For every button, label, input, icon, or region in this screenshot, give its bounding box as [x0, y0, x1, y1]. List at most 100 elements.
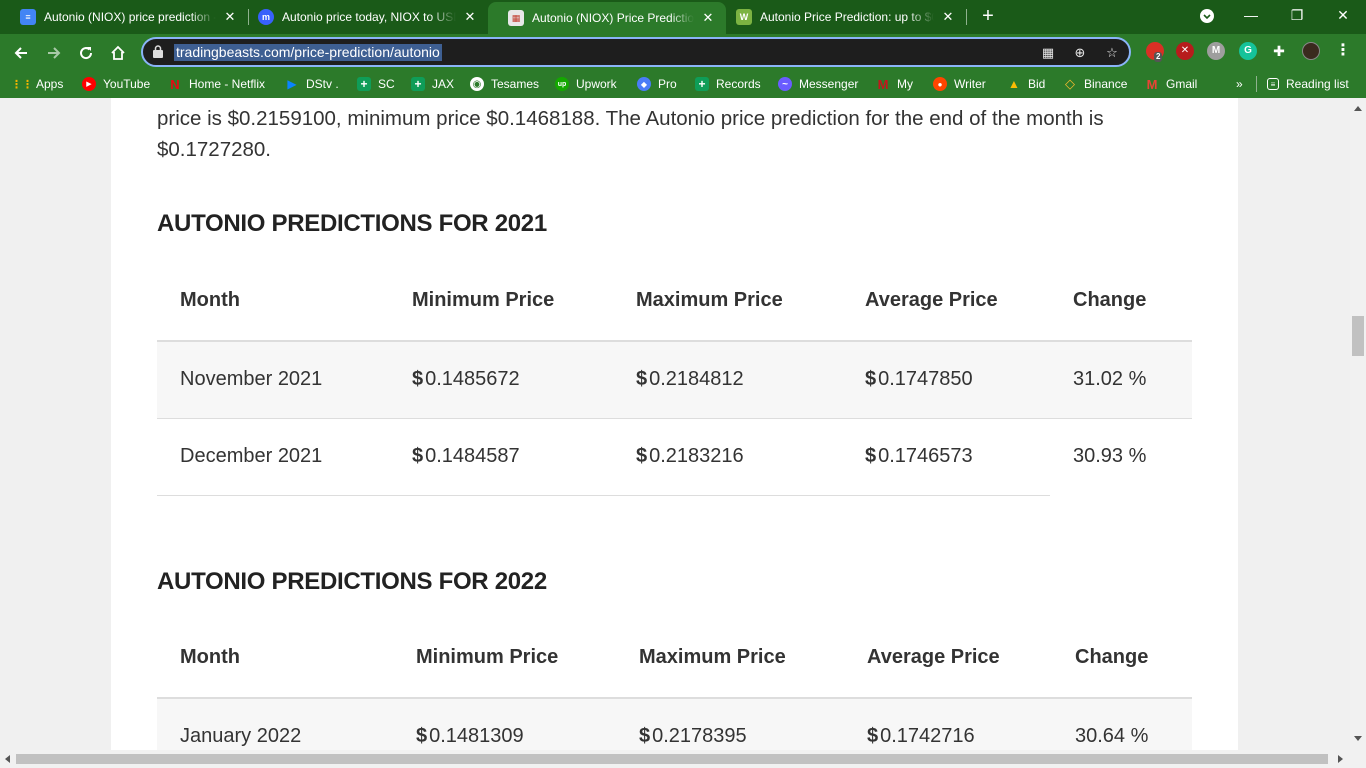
tab-search-button[interactable] [1184, 0, 1230, 30]
tab-title: Autonio price today, NIOX to USD [282, 10, 456, 24]
extension-badge: 2 [1154, 52, 1163, 62]
predictions-table-2021: Month Minimum Price Maximum Price Averag… [157, 260, 1192, 496]
grammarly-icon[interactable]: G [1239, 42, 1257, 60]
close-window-button[interactable]: ✕ [1320, 0, 1366, 30]
plus-cross-icon: + [357, 77, 371, 91]
zoom-icon[interactable]: ⊕ [1071, 44, 1089, 62]
bookmark-dstv[interactable]: ▶ DStv . [285, 75, 338, 93]
bookmark-label: Messenger [799, 77, 859, 91]
address-bar[interactable]: tradingbeasts.com/price-prediction/auton… [141, 37, 1131, 67]
browser-tab[interactable]: ≡ Autonio (NIOX) price prediction - ✕ [0, 0, 248, 34]
table-header-row: Month Minimum Price Maximum Price Averag… [157, 260, 1192, 342]
bookmark-label: My [897, 77, 913, 91]
predictions-table-2022: Month Minimum Price Maximum Price Averag… [157, 617, 1192, 750]
bookmark-youtube[interactable]: ▶ YouTube [82, 75, 150, 93]
cell-avg-price: $0.1742716 [844, 698, 1052, 750]
column-header-max-price: Maximum Price [616, 617, 844, 699]
reload-button[interactable] [74, 40, 98, 64]
scroll-left-arrow-icon[interactable] [5, 755, 10, 763]
bookmark-messenger[interactable]: ~ Messenger [778, 75, 858, 93]
scroll-right-arrow-icon[interactable] [1338, 755, 1343, 763]
browser-tab[interactable]: W Autonio Price Prediction: up to $0 ✕ [716, 0, 966, 34]
currency-symbol: $ [416, 725, 428, 748]
walletinvestor-icon: W [736, 9, 752, 25]
extension-icon[interactable]: 2 [1146, 42, 1164, 62]
puzzle-icon[interactable]: ✚ [1270, 42, 1288, 60]
tab-title: Autonio Price Prediction: up to $0 [760, 10, 934, 24]
bookmark-tesames[interactable]: ◉ Tesames [470, 75, 539, 93]
bookmark-gmail[interactable]: M Gmail [1145, 75, 1198, 93]
price-value: 0.1484587 [425, 445, 520, 467]
back-button[interactable] [9, 40, 33, 64]
horizontal-scrollbar[interactable] [0, 750, 1366, 768]
cell-month: November 2021 [157, 341, 389, 419]
menu-dots-icon[interactable]: ⋮ [1334, 42, 1352, 60]
tradingbeasts-icon: ▦ [508, 10, 524, 26]
scrollbar-thumb[interactable] [16, 754, 1328, 764]
bookmark-sc[interactable]: + SC [357, 75, 395, 93]
close-icon[interactable]: ✕ [940, 9, 956, 25]
new-tab-button[interactable]: + [976, 4, 1000, 28]
shield-icon: ◆ [637, 77, 651, 91]
currency-symbol: $ [867, 725, 879, 748]
bookmark-pro[interactable]: ◆ Pro [637, 75, 677, 93]
currency-symbol: $ [636, 445, 648, 467]
column-header-month: Month [157, 617, 393, 699]
home-button[interactable] [106, 40, 130, 64]
bookmark-my[interactable]: M My [876, 75, 913, 93]
currency-symbol: $ [639, 725, 651, 748]
bookmark-upwork[interactable]: up Upwork [555, 75, 617, 93]
currency-symbol: $ [636, 368, 648, 391]
bookmark-records[interactable]: + Records [695, 75, 761, 93]
bookmark-bid[interactable]: ▲ Bid [1007, 75, 1045, 93]
price-value: 0.1742716 [880, 725, 975, 748]
chevron-double-right-icon: » [1236, 77, 1243, 91]
browser-tab-active[interactable]: ▦ Autonio (NIOX) Price Prediction 2 ✕ [488, 2, 726, 34]
adblock-icon[interactable]: ✕ [1176, 42, 1194, 60]
reading-list-button[interactable]: ≡ Reading list [1267, 75, 1349, 93]
close-icon[interactable]: ✕ [222, 9, 238, 25]
bookmark-jax[interactable]: + JAX [411, 75, 454, 93]
vertical-scrollbar[interactable] [1350, 98, 1366, 750]
bookmark-label: Bid [1028, 77, 1046, 91]
restore-button[interactable]: ❐ [1274, 0, 1320, 30]
metamask-icon[interactable]: M [1207, 42, 1225, 60]
scrollbar-thumb[interactable] [1352, 316, 1364, 356]
bookmark-label: SC [378, 77, 395, 91]
price-value: 0.2178395 [652, 725, 747, 748]
cell-max-price: $0.2178395 [616, 698, 844, 750]
bookmark-star-icon[interactable]: ☆ [1103, 44, 1121, 62]
plus-cross-icon: + [411, 77, 425, 91]
close-icon[interactable]: ✕ [700, 10, 716, 26]
url-text[interactable]: tradingbeasts.com/price-prediction/auton… [174, 44, 442, 61]
scroll-up-arrow-icon[interactable] [1354, 106, 1362, 111]
forward-button[interactable] [42, 40, 66, 64]
cell-avg-price: $0.1746573 [842, 418, 1050, 496]
close-icon[interactable]: ✕ [462, 9, 478, 25]
avatar[interactable] [1302, 42, 1320, 60]
column-header-month: Month [157, 260, 389, 342]
lock-icon[interactable] [153, 45, 163, 58]
bookmark-writer[interactable]: ● Writer [933, 75, 986, 93]
cell-month: January 2022 [157, 698, 393, 750]
minimize-button[interactable]: — [1228, 0, 1274, 30]
tab-separator [966, 9, 967, 25]
scroll-down-arrow-icon[interactable] [1354, 736, 1362, 741]
bookmark-apps[interactable]: ⋮⋮ Apps [11, 75, 63, 93]
binance-icon: ◇ [1065, 76, 1075, 91]
page-viewport: price is $0.2159100, minimum price $0.14… [0, 98, 1350, 750]
browser-tab[interactable]: m Autonio price today, NIOX to USD ✕ [238, 0, 488, 34]
price-value: 0.1481309 [429, 725, 524, 748]
bookmark-label: Gmail [1166, 77, 1198, 91]
browser-toolbar: tradingbeasts.com/price-prediction/auton… [0, 34, 1366, 70]
youtube-icon: ▶ [82, 77, 96, 91]
docs-icon: ≡ [20, 9, 36, 25]
reading-list-label: Reading list [1286, 77, 1349, 91]
cell-min-price: $0.1484587 [389, 418, 613, 496]
qr-code-icon[interactable]: ▦ [1039, 44, 1057, 62]
more-bookmarks-button[interactable]: » [1236, 75, 1243, 93]
price-value: 0.2183216 [649, 445, 744, 467]
bookmark-binance[interactable]: ◇ Binance [1063, 75, 1127, 93]
bookmark-netflix[interactable]: N Home - Netflix [168, 75, 265, 93]
intro-paragraph: price is $0.2159100, minimum price $0.14… [157, 107, 1104, 161]
